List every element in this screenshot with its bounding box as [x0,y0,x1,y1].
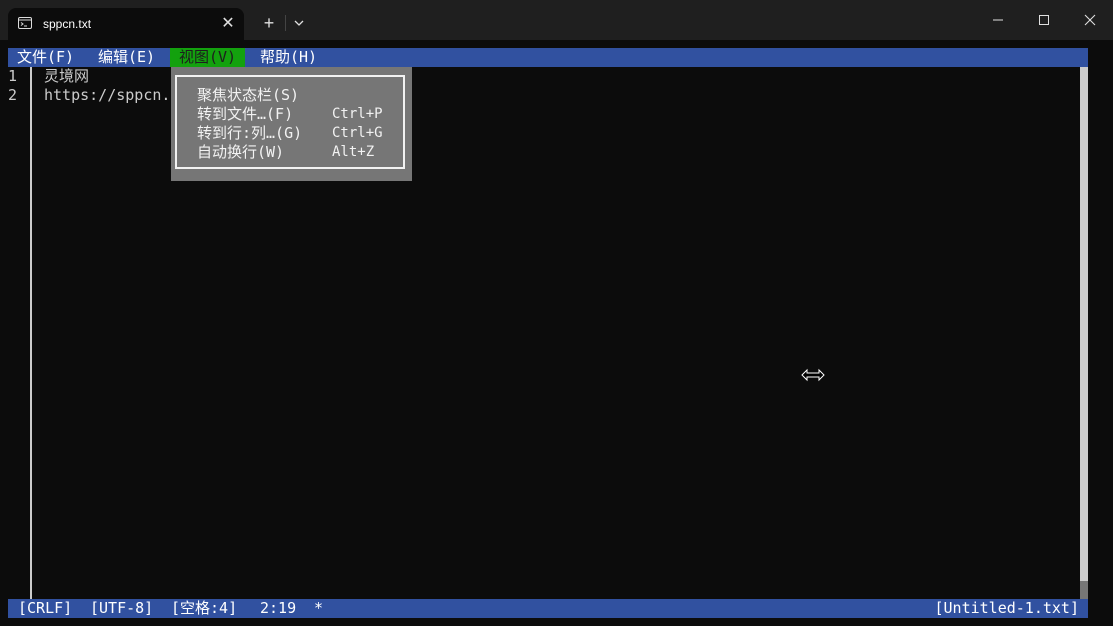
menu-item-word-wrap[interactable]: 自动换行(W) [197,143,284,162]
menu-bar: 文件(F) 编辑(E) 视图(V) 帮助(H) [8,48,1088,67]
terminal-icon [18,17,32,29]
gutter-divider [30,67,32,599]
scrollbar-thumb[interactable] [1080,581,1088,599]
maximize-icon[interactable] [1034,10,1054,30]
tab-close-icon[interactable]: ✕ [218,14,238,34]
view-menu-dropdown: 聚焦状态栏(S) 转到文件…(F) Ctrl+P 转到行:列…(G) Ctrl+… [171,67,412,181]
status-cursor-position[interactable]: 2:19 [260,599,296,618]
status-modified: * [314,599,324,617]
minimize-icon[interactable] [988,10,1008,30]
menu-file[interactable]: 文件(F) [8,48,83,67]
code-line[interactable]: 灵境网 [44,67,89,86]
status-indent[interactable]: [空格:4] [171,599,237,618]
shortcut-goto-file: Ctrl+P [332,106,383,122]
menu-help[interactable]: 帮助(H) [251,48,326,67]
status-line-ending[interactable]: [CRLF] [18,599,72,618]
line-number: 1 [8,67,18,85]
title-bar: sppcn.txt ✕ + [0,0,1113,40]
resize-cursor-icon [801,368,825,382]
menu-item-goto-line[interactable]: 转到行:列…(G) [197,124,302,143]
menu-item-goto-file[interactable]: 转到文件…(F) [197,105,293,124]
menu-item-focus-statusbar[interactable]: 聚焦状态栏(S) [197,86,299,105]
editor-area[interactable]: 1 灵境网 2 https://sppcn. [8,67,1080,599]
line-number: 2 [8,86,18,104]
shortcut-word-wrap: Alt+Z [332,144,375,160]
shortcut-goto-line: Ctrl+G [332,125,383,141]
code-line[interactable]: https://sppcn. [44,86,170,105]
close-window-icon[interactable] [1080,10,1100,30]
tab-separator [285,15,286,31]
menu-edit[interactable]: 编辑(E) [89,48,164,67]
status-encoding[interactable]: [UTF-8] [90,599,153,618]
status-filename: [Untitled-1.txt] [934,599,1080,617]
tab-title: sppcn.txt [43,17,92,31]
vertical-scrollbar[interactable] [1080,67,1088,599]
status-bar: [CRLF] [UTF-8] [空格:4] 2:19 * [Untitled-1… [8,599,1088,618]
new-tab-button[interactable]: + [258,12,280,34]
tab-sppcn[interactable]: sppcn.txt ✕ [8,8,244,40]
menu-view[interactable]: 视图(V) [170,48,246,67]
chevron-down-icon[interactable] [290,14,308,32]
